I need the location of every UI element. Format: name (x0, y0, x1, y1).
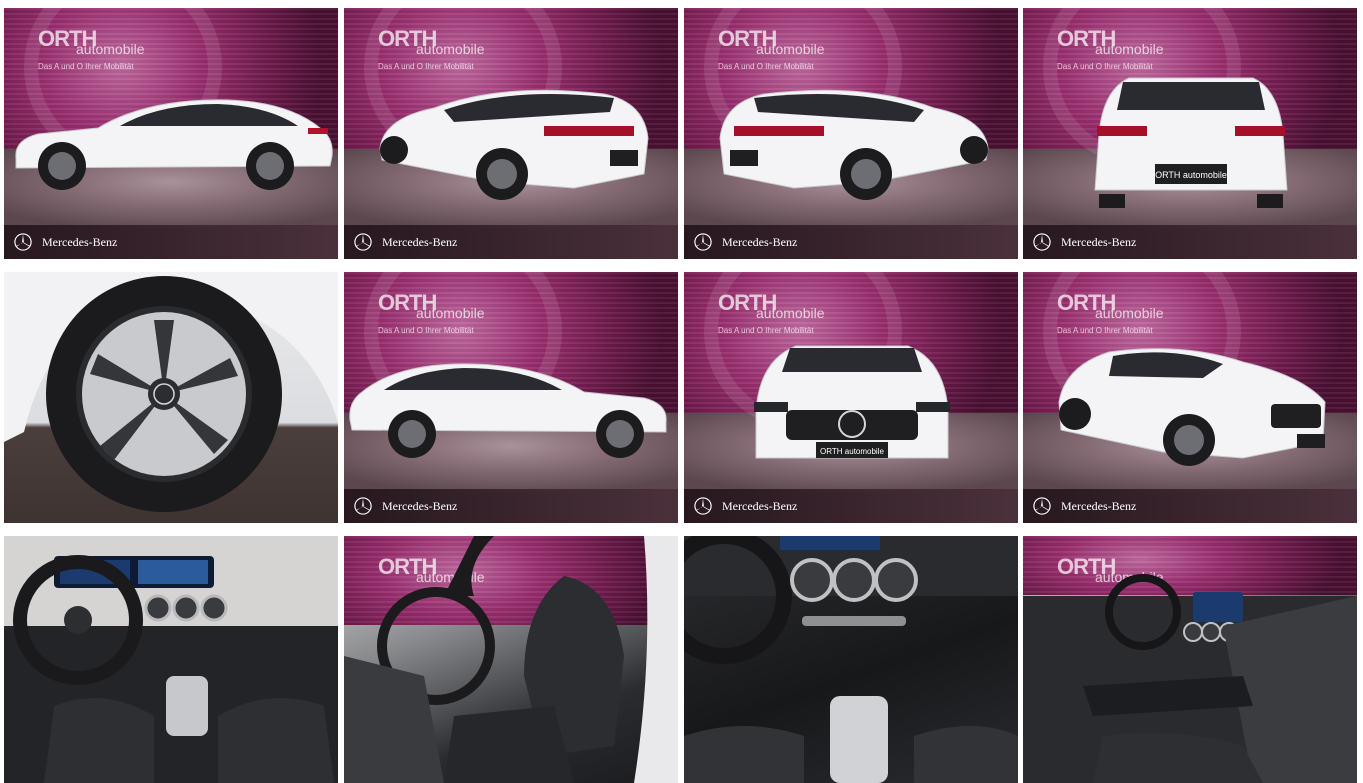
gallery-photo-wheel[interactable] (4, 272, 338, 523)
car-image (379, 89, 649, 200)
mercedes-star-icon (354, 497, 372, 515)
brand-bar: Mercedes-Benz (4, 225, 338, 259)
car-image: ORTH automobile (754, 345, 950, 459)
car-image (719, 89, 989, 200)
brand-bar: Mercedes-Benz (684, 225, 1018, 259)
brand-bar: Mercedes-Benz (1023, 225, 1357, 259)
gallery-photo-rear-three-quarter-right[interactable]: ORTH automobile Das A und O Ihrer Mobili… (684, 8, 1018, 259)
make-label: Mercedes-Benz (382, 234, 458, 249)
car-image (15, 99, 333, 190)
mercedes-star-icon (14, 233, 32, 251)
mercedes-star-icon (1033, 233, 1051, 251)
brand-bar: Mercedes-Benz (1023, 489, 1357, 523)
gallery-photo-side-right[interactable]: ORTH automobile Das A und O Ihrer Mobili… (344, 272, 678, 523)
car-image (1058, 348, 1326, 466)
svg-text:ORTH automobile: ORTH automobile (1155, 170, 1227, 180)
brand-bar: Mercedes-Benz (684, 489, 1018, 523)
dealer-logo: ORTH automobile Das A und O Ihrer Mobili… (38, 26, 145, 72)
make-label: Mercedes-Benz (1061, 234, 1137, 249)
gallery-photo-rear-three-quarter-left[interactable]: ORTH automobile Das A und O Ihrer Mobili… (344, 8, 678, 259)
gallery-photo-side-left[interactable]: ORTH automobile Das A und O Ihrer Mobili… (4, 8, 338, 259)
gallery-photo-center-console[interactable] (684, 536, 1018, 783)
make-label: Mercedes-Benz (722, 234, 798, 249)
front-seats-image (344, 536, 678, 783)
cockpit-side-image (1023, 574, 1357, 783)
dealer-logo: ORTH automobile Das A und O Ihrer Mobili… (378, 26, 485, 72)
dealer-logo: ORTH automobile Das A und O Ihrer Mobili… (1057, 26, 1164, 72)
car-image: ORTH automobile (1094, 77, 1288, 208)
mercedes-star-icon (694, 497, 712, 515)
gallery-photo-front-seats[interactable]: ORTH automobile (344, 536, 678, 783)
make-label: Mercedes-Benz (382, 498, 458, 513)
svg-text:ORTH automobile: ORTH automobile (820, 447, 884, 456)
make-label: Mercedes-Benz (1061, 498, 1137, 513)
gallery-photo-dashboard[interactable] (4, 536, 338, 783)
dealer-logo: ORTH automobile Das A und O Ihrer Mobili… (718, 290, 825, 336)
dealer-logo: ORTH automobile Das A und O Ihrer Mobili… (718, 26, 825, 72)
gallery-photo-rear[interactable]: ORTH automobile Das A und O Ihrer Mobili… (1023, 8, 1357, 259)
mercedes-star-icon (354, 233, 372, 251)
brand-bar: Mercedes-Benz (344, 225, 678, 259)
make-label: Mercedes-Benz (42, 234, 118, 249)
gallery-photo-front-three-quarter-right[interactable]: ORTH automobile Das A und O Ihrer Mobili… (1023, 272, 1357, 523)
dealer-logo: ORTH automobile Das A und O Ihrer Mobili… (378, 290, 485, 336)
gallery-photo-cockpit-side[interactable]: ORTH automobile (1023, 536, 1357, 783)
wheel-closeup-image (4, 272, 338, 512)
dashboard-image (4, 536, 338, 783)
brand-bar: Mercedes-Benz (344, 489, 678, 523)
mercedes-star-icon (694, 233, 712, 251)
dealer-logo: ORTH automobile Das A und O Ihrer Mobili… (1057, 290, 1164, 336)
gallery-photo-front[interactable]: ORTH automobile Das A und O Ihrer Mobili… (684, 272, 1018, 523)
car-image (349, 363, 667, 458)
photo-gallery: ORTH automobile Das A und O Ihrer Mobili… (0, 0, 1363, 783)
mercedes-star-icon (1033, 497, 1051, 515)
make-label: Mercedes-Benz (722, 498, 798, 513)
center-console-image (684, 536, 1018, 783)
